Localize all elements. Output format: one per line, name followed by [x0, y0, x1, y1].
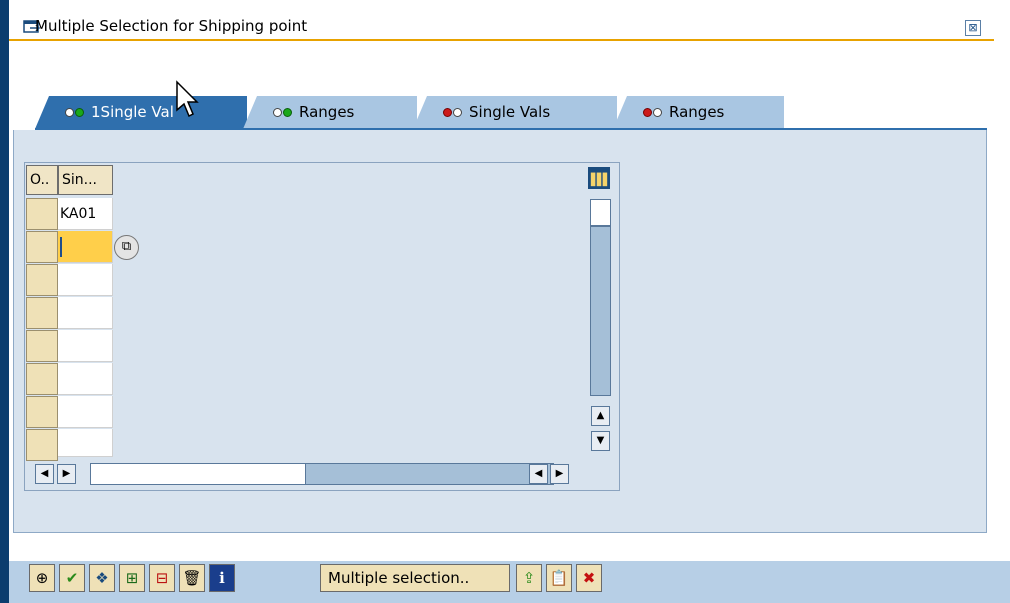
row-selector[interactable]: [26, 330, 58, 362]
tab-label: Single Vals: [469, 103, 551, 121]
tab-ranges[interactable]: Ranges: [243, 96, 417, 129]
horizontal-scroll-thumb[interactable]: [91, 464, 306, 484]
execute-icon[interactable]: ⊕: [29, 564, 55, 592]
status-dots-icon: [273, 96, 293, 129]
window-title: Multiple Selection for Shipping point: [35, 17, 308, 35]
tab-single-val[interactable]: 1Single Val: [35, 96, 247, 129]
selection-table: [24, 162, 620, 491]
row-selector[interactable]: [26, 396, 58, 428]
text-caret: [60, 237, 62, 257]
single-value-cell[interactable]: [58, 363, 113, 395]
tabstrip: 1Single Val Ranges Single Vals Ranges: [35, 96, 795, 129]
close-icon[interactable]: ⊠: [965, 20, 981, 36]
status-dots-icon: [443, 96, 463, 129]
status-dots-icon: [65, 96, 85, 129]
window-left-bar: [0, 0, 9, 603]
scroll-right-icon[interactable]: ▶: [550, 464, 569, 484]
table-settings-icon[interactable]: [588, 167, 610, 189]
single-value-cell[interactable]: [58, 330, 113, 362]
tab-label: Ranges: [669, 103, 725, 121]
row-selector[interactable]: [26, 429, 58, 461]
multiple-selection-button[interactable]: Multiple selection..: [320, 564, 510, 592]
scroll-down-icon[interactable]: ▼: [591, 431, 610, 451]
paste-icon[interactable]: 📋: [546, 564, 572, 592]
info-icon[interactable]: ℹ: [209, 564, 235, 592]
single-value-cell[interactable]: KA01: [58, 198, 113, 230]
single-value-cell[interactable]: [58, 297, 113, 329]
single-value-cell[interactable]: [58, 396, 113, 428]
status-dots-icon: [643, 96, 663, 129]
delete-all-icon[interactable]: 🗑: [179, 564, 205, 592]
single-value-cell[interactable]: [58, 264, 113, 296]
delete-line-icon[interactable]: ⊟: [149, 564, 175, 592]
single-value-cell[interactable]: [58, 429, 113, 457]
check-icon[interactable]: ✔: [59, 564, 85, 592]
row-selector[interactable]: [26, 198, 58, 230]
cancel-icon[interactable]: ✖: [576, 564, 602, 592]
tab-label: 1Single Val: [91, 103, 174, 121]
insert-line-icon[interactable]: ⊞: [119, 564, 145, 592]
horizontal-scroll-track[interactable]: [90, 463, 554, 485]
tab-exclude-single-vals[interactable]: Single Vals: [413, 96, 617, 129]
import-icon[interactable]: ❖: [89, 564, 115, 592]
scroll-right-icon[interactable]: ▶: [57, 464, 76, 484]
horizontal-scrollbar[interactable]: ◀ ▶ ◀ ▶: [35, 463, 583, 485]
column-header-single-value[interactable]: Sin...: [58, 165, 113, 195]
scroll-left-icon[interactable]: ◀: [35, 464, 54, 484]
value-help-icon[interactable]: ⧉: [114, 235, 139, 260]
row-selector[interactable]: [26, 231, 58, 263]
column-header-option[interactable]: O..: [26, 165, 58, 195]
tab-label: Ranges: [299, 103, 355, 121]
row-selector[interactable]: [26, 297, 58, 329]
vertical-scroll-track[interactable]: [590, 226, 611, 396]
vertical-scrollbar[interactable]: ▲ ▼: [590, 199, 611, 457]
scroll-left-icon[interactable]: ◀: [529, 464, 548, 484]
vertical-scroll-thumb[interactable]: [590, 199, 611, 226]
single-value-cell-active[interactable]: [58, 231, 113, 263]
upload-icon[interactable]: ⇪: [516, 564, 542, 592]
row-selector[interactable]: [26, 363, 58, 395]
tab-exclude-ranges[interactable]: Ranges: [613, 96, 784, 129]
mouse-pointer-icon: [176, 80, 199, 118]
scroll-up-icon[interactable]: ▲: [591, 406, 610, 426]
row-selector[interactable]: [26, 264, 58, 296]
